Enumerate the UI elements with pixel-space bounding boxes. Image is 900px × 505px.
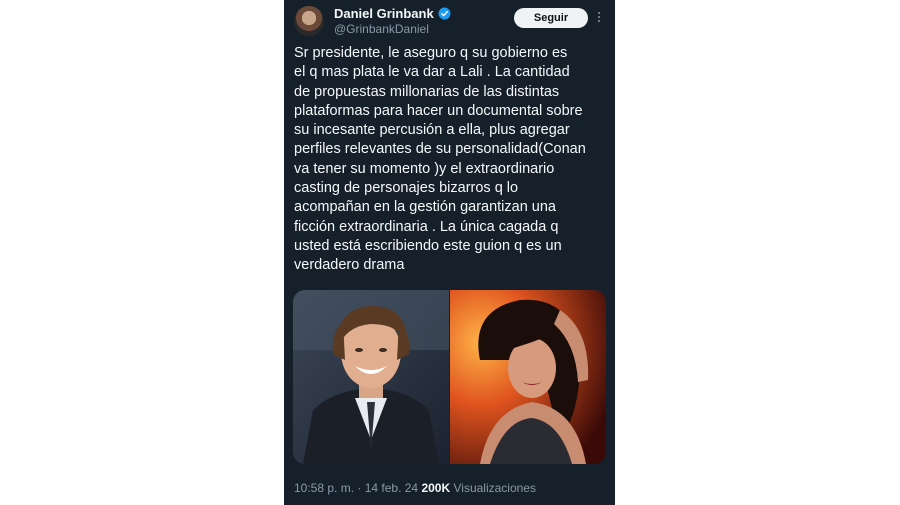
author-handle[interactable]: @GrinbankDaniel [334,22,429,36]
avatar[interactable] [294,6,324,36]
more-options-icon[interactable] [596,10,602,26]
tweet-date[interactable]: 14 feb. 24 [365,481,418,495]
tweet-media[interactable] [293,290,606,464]
follow-button[interactable]: Seguir [514,8,588,28]
photo-man-smiling[interactable] [293,290,449,464]
views-count: 200K [421,481,451,495]
views-label: Visualizaciones [453,481,536,495]
author-name-row: Daniel Grinbank [334,6,451,21]
tweet-meta: 10:58 p. m. · 14 feb. 24 200K Visualizac… [294,481,536,495]
author-name[interactable]: Daniel Grinbank [334,6,434,21]
tweet-time[interactable]: 10:58 p. m. [294,481,354,495]
tweet-card: Daniel Grinbank @GrinbankDaniel Seguir S… [284,0,615,505]
tweet-header: Daniel Grinbank @GrinbankDaniel Seguir [284,0,615,40]
photo-woman-performing[interactable] [450,290,606,464]
tweet-text: Sr presidente, le aseguro q su gobierno … [294,45,586,274]
meta-separator: · [354,481,365,495]
verified-badge-icon [438,7,451,20]
